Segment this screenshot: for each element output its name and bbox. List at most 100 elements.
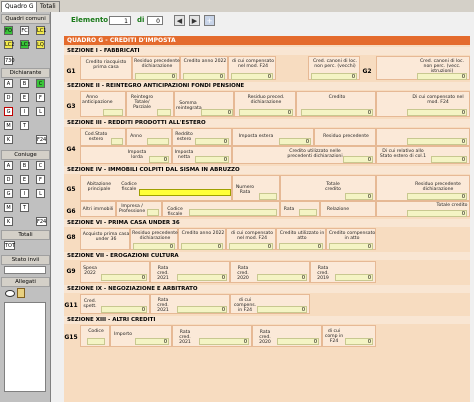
g3-somma-field[interactable]: 0 [201,109,233,116]
sidebar-btn-f24[interactable]: F24 [36,135,47,144]
g6-totale-field[interactable]: 0 [407,210,467,217]
sidebar-header-coniuge: Coniuge [1,150,50,160]
g2-field-1[interactable]: 0 [311,73,357,80]
sidebar-btn-e[interactable]: E [20,93,29,102]
section-negoziazione-arbitrato: SEZIONE IX - NEGOZIAZIONE E ARBITRATO [64,285,470,293]
g1-compensato-field[interactable]: 0 [231,73,273,80]
g9-spesa-field[interactable]: 0 [101,274,147,281]
g11-rata-field[interactable]: 0 [177,306,227,313]
sidebar-con-btn-i[interactable]: I [20,189,29,198]
sidebar-con-btn-f[interactable]: F [36,175,45,184]
sidebar-con-btn-g[interactable]: G [4,189,13,198]
g8-c2: Residuo precedente dichiarazione 0 [130,228,178,250]
g15-importo-field[interactable]: 0 [135,338,169,345]
sidebar-btn-g[interactable]: G [4,107,13,116]
tab-quadro-g[interactable]: Quadro G [1,1,38,12]
g8-credito-field[interactable]: 0 [181,243,223,250]
g4-anno-field[interactable] [147,138,169,145]
g4-imposta-estera-field[interactable]: 0 [279,138,311,145]
g4-netta-field[interactable]: 0 [195,156,229,163]
sidebar-con-btn-a[interactable]: A [4,161,13,170]
sidebar-btn-t[interactable]: T [20,121,29,130]
g6-c5: Relazione [320,201,376,217]
g6-impresa-field[interactable] [147,209,159,216]
prev-icon[interactable]: ◀ [174,15,185,26]
sidebar-con-btn-d[interactable]: D [4,175,13,184]
g4-lorda-field[interactable]: 0 [149,156,169,163]
elemento-label: Elemento [71,16,109,24]
g8-utilizzato-field[interactable]: 0 [279,243,323,250]
sidebar-con-btn-c[interactable]: C [36,161,45,170]
elemento-input[interactable]: 1 [109,16,131,25]
g3-compensato-field[interactable]: 0 [407,109,467,116]
g4-relativo-field[interactable]: 0 [431,156,467,163]
add-icon[interactable]: + [204,15,215,26]
next-icon[interactable]: ▶ [189,15,200,26]
sidebar-con-btn-f24[interactable]: F24 [36,217,47,226]
g15-rata2020-field[interactable]: 0 [277,338,319,345]
g2-field-2[interactable]: 0 [417,73,467,80]
g8-residuo-field[interactable]: 0 [133,243,175,250]
section-fondi-pensione: SEZIONE II - REINTEGRO ANTICIPAZIONI FON… [64,82,470,90]
sidebar-btn-i[interactable]: I [20,107,29,116]
g3-residuo-field[interactable]: 0 [239,109,293,116]
g8-compensato-atto-field[interactable]: 0 [329,243,373,250]
g15-rata2021-field[interactable]: 0 [199,338,249,345]
sidebar-con-btn-k[interactable]: K [4,217,13,226]
allegati-list[interactable] [4,302,46,392]
g4-reddito-field[interactable]: 0 [195,138,229,145]
section-sisma-abruzzo: SEZIONE IV - IMMOBILI COLPITI DAL SISMA … [64,166,470,174]
sidebar-btn-a[interactable]: A [4,79,13,88]
tab-totali[interactable]: Totali [36,1,60,12]
sidebar-btn-lc2[interactable]: LC2 [4,40,14,49]
g3-reintegro-field[interactable] [157,109,171,116]
eye-icon[interactable] [5,290,15,297]
sidebar-btn-m[interactable]: M [4,121,13,130]
sidebar-con-btn-b[interactable]: B [20,161,29,170]
sidebar-con-btn-l[interactable]: L [36,189,45,198]
g5-rata-field[interactable] [259,193,277,200]
sidebar-btn-fo[interactable]: FO [4,26,13,35]
g4-residuo-field[interactable]: 0 [407,138,467,145]
g11-cred-field[interactable]: 0 [101,306,147,313]
g9-rata2019-field[interactable]: 0 [335,274,373,281]
sidebar-btn-lc1[interactable]: LC1 [36,26,46,35]
g1-credito-field[interactable]: 0 [183,73,225,80]
row-label-g11: G11 [64,302,78,309]
sidebar-btn-k[interactable]: K [4,135,13,144]
g6-rata-field[interactable] [299,209,317,216]
g9-c1: Spesa 2022 0 [80,261,150,283]
sidebar-btn-b[interactable]: B [20,79,29,88]
attachment-icon[interactable] [17,288,25,298]
g3-anno-field[interactable] [103,109,123,116]
g9-rata2020-field[interactable]: 0 [257,274,307,281]
g4-utilizzato-field[interactable]: 0 [343,156,373,163]
sidebar-btn-d[interactable]: D [4,93,13,102]
g11-compens-field[interactable]: 0 [257,306,307,313]
sidebar-btn-c[interactable]: C [36,79,45,88]
g1-residuo-field[interactable]: 0 [135,73,177,80]
sidebar-btn-730[interactable]: 730 [4,56,15,65]
sidebar-con-btn-m[interactable]: M [4,203,13,212]
g2-c1: Cred. canoni di loc. non perc. (vecchi) 0 [308,56,360,80]
sidebar-btn-tot[interactable]: TOT [4,241,15,250]
sidebar-btn-f[interactable]: F [36,93,45,102]
g5-codice-fiscale-field[interactable] [139,189,231,196]
g4-c3: Reddito estero 0 [172,128,232,146]
g15-codice-field[interactable] [87,338,105,345]
g6-codice-fiscale-field[interactable] [189,209,277,216]
sidebar-btn-lq[interactable]: LQ [36,40,45,49]
g5-residuo-field[interactable]: 0 [407,193,467,200]
g15-comp-field[interactable]: 0 [345,338,373,345]
sidebar-btn-lc3[interactable]: LC3 [20,40,30,49]
stato-invio-box[interactable] [4,266,46,274]
sidebar-con-btn-e[interactable]: E [20,175,29,184]
sidebar-btn-fc[interactable]: FC [20,26,29,35]
sidebar-con-btn-t[interactable]: T [20,203,29,212]
g9-rata2021-field[interactable]: 0 [177,274,227,281]
g8-compensato-field[interactable]: 0 [229,243,273,250]
g3-credito-field[interactable]: 0 [301,109,373,116]
g5-totale-field[interactable]: 0 [345,193,373,200]
sidebar-btn-l[interactable]: L [36,107,45,116]
g4-stato-field[interactable] [111,138,123,145]
